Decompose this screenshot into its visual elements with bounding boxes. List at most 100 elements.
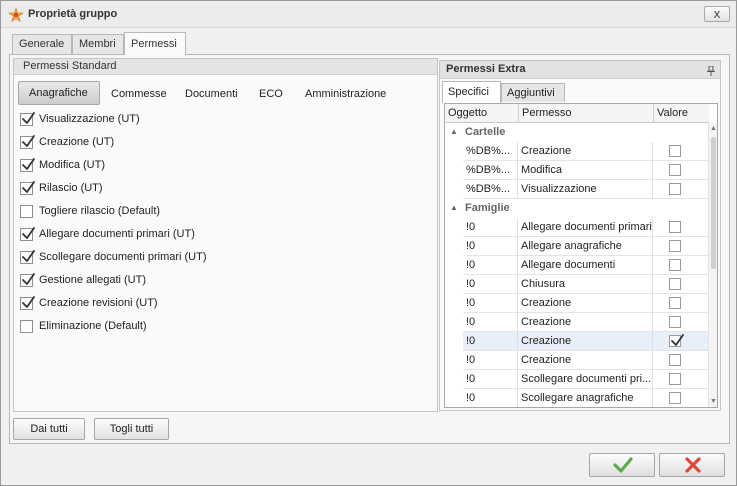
cell-permesso: Creazione (518, 142, 653, 161)
value-checkbox[interactable] (669, 373, 681, 385)
ok-button[interactable] (589, 453, 655, 477)
cell-oggetto: %DB%... (463, 161, 518, 180)
table-row[interactable]: !0 Allegare documenti (463, 256, 709, 275)
cell-permesso: Allegare documenti primari (518, 218, 653, 237)
value-checkbox[interactable] (669, 354, 681, 366)
value-checkbox[interactable] (669, 145, 681, 157)
collapse-icon[interactable]: ▲ (450, 127, 458, 136)
group-name: Famiglie (465, 202, 510, 214)
value-checkbox[interactable] (669, 240, 681, 252)
table-row[interactable]: !0 Allegare documenti primari (463, 218, 709, 237)
cell-permesso: Modifica (518, 161, 653, 180)
standard-permissions-group: Permessi Standard Anagrafiche Commesse D… (13, 58, 438, 412)
scroll-down-icon[interactable]: ▼ (710, 398, 717, 405)
table-row[interactable]: !0 Scollegare documenti pri... (463, 370, 709, 389)
cell-oggetto: !0 (463, 275, 518, 294)
cell-permesso: Creazione (518, 313, 653, 332)
subtab-commesse[interactable]: Commesse (101, 83, 177, 105)
cell-permesso: Creazione (518, 294, 653, 313)
title-bar: Proprietà gruppo x (1, 1, 736, 28)
cell-oggetto: %DB%... (463, 180, 518, 199)
checkmark-icon (22, 250, 35, 262)
subtab-anagrafiche[interactable]: Anagrafiche (18, 81, 100, 105)
standard-subtabs: Anagrafiche Commesse Documenti ECO Ammin… (18, 81, 434, 105)
checkbox[interactable] (20, 273, 35, 287)
checkbox[interactable] (20, 205, 33, 218)
value-checkbox[interactable] (669, 259, 681, 271)
cell-oggetto: !0 (463, 294, 518, 313)
pin-icon[interactable] (707, 65, 715, 76)
checkmark-icon (22, 181, 35, 193)
value-checkbox[interactable] (669, 316, 681, 328)
tab-specifici[interactable]: Specifici (442, 81, 501, 103)
subtab-amministrazione[interactable]: Amministrazione (295, 83, 396, 105)
group-row-1[interactable]: ▲ Famiglie (445, 199, 709, 218)
tab-permessi[interactable]: Permessi (124, 32, 186, 55)
grid-scrollbar[interactable]: ▲ ▼ (708, 123, 717, 407)
cell-permesso: Scollegare anagrafiche (518, 389, 653, 407)
column-permesso[interactable]: Permesso (519, 104, 654, 123)
checkbox[interactable] (20, 181, 35, 195)
value-checkbox[interactable] (669, 392, 681, 404)
column-oggetto[interactable]: Oggetto (445, 104, 519, 123)
value-checkbox[interactable] (669, 334, 684, 347)
checkbox[interactable] (20, 227, 35, 241)
extra-permissions-title: Permessi Extra (446, 63, 526, 75)
checkmark-icon (22, 296, 35, 308)
value-checkbox[interactable] (669, 297, 681, 309)
checkmark-icon (22, 135, 35, 147)
value-checkbox[interactable] (669, 183, 681, 195)
subtab-eco[interactable]: ECO (249, 83, 293, 105)
group-row-0[interactable]: ▲ Cartelle (445, 123, 709, 142)
table-row[interactable]: %DB%... Visualizzazione (463, 180, 709, 199)
column-valore[interactable]: Valore (654, 104, 709, 123)
table-row[interactable]: !0 Creazione (463, 351, 709, 370)
take-all-button[interactable]: Togli tutti (94, 418, 169, 440)
table-row[interactable]: !0 Creazione (463, 332, 709, 351)
checkbox[interactable] (20, 250, 35, 264)
table-row[interactable]: !0 Creazione (463, 313, 709, 332)
cell-oggetto: %DB%... (463, 142, 518, 161)
table-row[interactable]: !0 Creazione (463, 294, 709, 313)
cell-oggetto: !0 (463, 256, 518, 275)
cross-icon (685, 457, 701, 473)
tab-aggiuntivi[interactable]: Aggiuntivi (501, 83, 565, 102)
checkbox[interactable] (20, 158, 35, 172)
tab-content: Permessi Standard Anagrafiche Commesse D… (9, 54, 730, 444)
cell-permesso: Creazione (518, 332, 653, 351)
tab-generale[interactable]: Generale (12, 34, 72, 54)
checkbox[interactable] (20, 112, 35, 126)
value-checkbox[interactable] (669, 221, 681, 233)
group-name: Cartelle (465, 126, 506, 138)
checkmark-icon (22, 227, 35, 239)
checkbox[interactable] (20, 320, 33, 333)
checkbox[interactable] (20, 135, 35, 149)
table-row[interactable]: !0 Scollegare anagrafiche (463, 389, 709, 407)
subtab-documenti[interactable]: Documenti (175, 83, 248, 105)
cell-oggetto: !0 (463, 313, 518, 332)
checkmark-icon (671, 334, 684, 346)
dialog-window: Proprietà gruppo x Generale Membri Perme… (0, 0, 737, 486)
checkbox[interactable] (20, 296, 35, 310)
checkmark-icon (22, 112, 35, 124)
cell-permesso: Chiusura (518, 275, 653, 294)
table-row[interactable]: !0 Allegare anagrafiche (463, 237, 709, 256)
check-icon (613, 457, 633, 473)
table-row[interactable]: !0 Chiusura (463, 275, 709, 294)
grid-header: Oggetto Permesso Valore (445, 104, 709, 123)
checkmark-icon (22, 273, 35, 285)
scroll-thumb[interactable] (711, 137, 716, 269)
cell-permesso: Creazione (518, 351, 653, 370)
table-row[interactable]: %DB%... Creazione (463, 142, 709, 161)
give-all-button[interactable]: Dai tutti (13, 418, 85, 440)
scroll-up-icon[interactable]: ▲ (710, 125, 717, 132)
collapse-icon[interactable]: ▲ (450, 203, 458, 212)
cancel-button[interactable] (659, 453, 725, 477)
table-row[interactable]: %DB%... Modifica (463, 161, 709, 180)
tab-membri[interactable]: Membri (72, 34, 124, 54)
value-checkbox[interactable] (669, 278, 681, 290)
close-button[interactable]: x (704, 6, 730, 22)
cell-permesso: Allegare anagrafiche (518, 237, 653, 256)
value-checkbox[interactable] (669, 164, 681, 176)
extra-permissions-group: Permessi Extra Specifici Aggiuntivi Ogge… (439, 60, 721, 411)
